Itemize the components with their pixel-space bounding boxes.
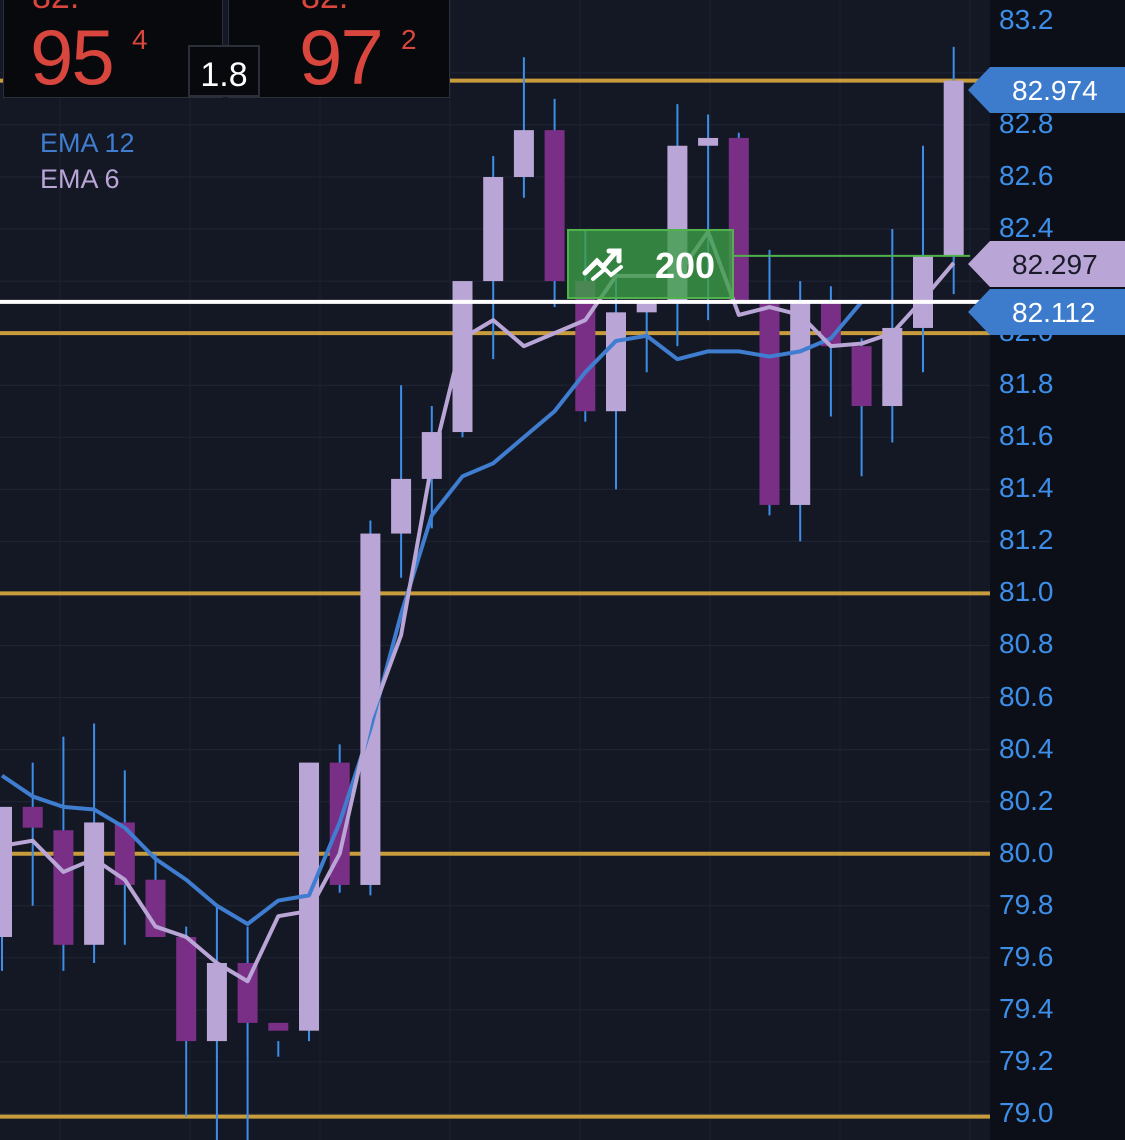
candle-body — [698, 137, 719, 146]
order-quantity: 200 — [655, 245, 716, 286]
candle-body — [391, 478, 412, 534]
candle-body — [483, 176, 504, 282]
spread-value: 1.8 — [188, 45, 260, 97]
price-tick-label: 79.8 — [999, 888, 1054, 920]
candle-body — [759, 301, 780, 505]
chart-grid — [0, 0, 990, 1140]
bid-price-pipette: 4 — [132, 24, 148, 55]
price-tick-label: 81.0 — [999, 576, 1054, 608]
price-tick-label: 79.0 — [999, 1096, 1054, 1128]
price-tick-label: 80.8 — [999, 628, 1054, 660]
price-tick-label: 79.6 — [999, 940, 1054, 972]
legend-ema-12: EMA 12 — [40, 128, 135, 158]
last-price-tag: 82.974 — [968, 67, 1125, 113]
price-tick-label: 79.2 — [999, 1044, 1054, 1076]
price-tick-label: 81.6 — [999, 420, 1054, 452]
ema-lines — [0, 229, 956, 984]
price-tick-label: 81.2 — [999, 524, 1054, 556]
price-tick-label: 81.4 — [999, 472, 1054, 504]
price-tick-label: 80.2 — [999, 784, 1054, 816]
price-tick-label: 83.2 — [999, 3, 1054, 35]
candle-body — [790, 301, 811, 505]
ask-price-main: 97 — [299, 13, 384, 101]
price-tick-label: 80.4 — [999, 732, 1054, 764]
candle-body — [237, 963, 258, 1023]
candle-body — [176, 936, 197, 1042]
ask-price-box[interactable]: 82. 97 2 — [228, 0, 450, 101]
candle-body — [22, 806, 43, 828]
price-tick-label: 80.0 — [999, 836, 1054, 868]
order-price-tag[interactable]: 82.297 — [968, 241, 1125, 287]
ema-price-tag: 82.112 — [968, 289, 1125, 335]
candle-body — [943, 80, 964, 256]
price-tick-label: 82.6 — [999, 159, 1054, 191]
bid-price-main: 95 — [30, 13, 115, 101]
price-tick-label: 82.4 — [999, 212, 1054, 244]
price-tick-label: 81.8 — [999, 368, 1054, 400]
price-tick-label: 80.6 — [999, 680, 1054, 712]
legend-ema-6: EMA 6 — [40, 164, 120, 194]
candle-body — [606, 312, 626, 412]
ema-6-line — [1, 229, 956, 984]
trend-arrows-icon — [582, 248, 623, 281]
candle-body — [53, 830, 74, 945]
candle-body — [84, 822, 105, 945]
buy-order-widget[interactable]: 200 — [567, 229, 734, 299]
candle-body — [851, 346, 872, 407]
price-tick-label: 79.4 — [999, 992, 1054, 1024]
price-chart[interactable] — [0, 0, 1125, 1140]
candle-body — [513, 130, 534, 177]
candle-body — [0, 806, 12, 937]
candle-body — [268, 1022, 289, 1031]
candle-body — [544, 130, 565, 282]
candle-body — [882, 327, 903, 407]
candle-body — [206, 963, 227, 1042]
ask-price-pipette: 2 — [401, 24, 417, 55]
